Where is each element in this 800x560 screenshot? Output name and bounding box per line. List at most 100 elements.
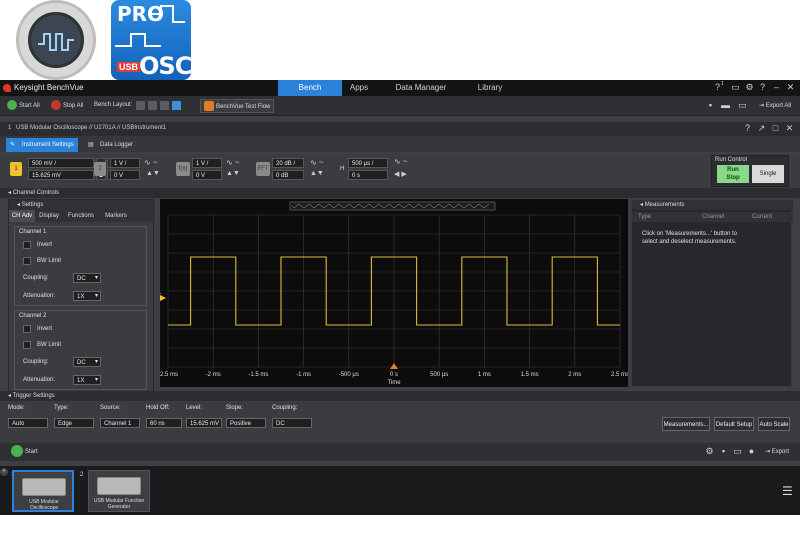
save-icon[interactable]: ▪ [705,100,716,111]
ch1-offset-field[interactable]: 15.625 mV [28,170,94,180]
bottom-record-icon[interactable]: ● [746,446,757,457]
nav-tab-bench[interactable]: Bench [278,80,342,96]
bottom-save-icon[interactable]: ▪ [718,446,729,457]
gear-icon[interactable]: ⚙ [744,82,755,93]
fx-scale-field[interactable]: 1 V / [192,158,222,168]
trigger-field-value[interactable]: Auto [8,418,48,428]
time-waveform-icon[interactable]: ∿ ~ [394,157,408,166]
trigger-field-value[interactable]: DC [272,418,312,428]
ch1-waveform-icon[interactable]: ∿ ~ [144,158,158,167]
export-button[interactable]: ⇥ Export [762,445,792,459]
layout-full-icon[interactable] [172,101,181,110]
open-folder-icon[interactable]: ▭ [737,100,748,111]
x-tick-label: 0 s [390,372,398,378]
instrument-path: USB Modular Oscilloscope // U2701A // US… [16,125,167,131]
trigger-field-value[interactable]: Channel 1 [100,418,140,428]
settings-gear-icon[interactable]: ⚙ [704,446,715,457]
thumbnail-oscilloscope[interactable]: USB Modular Oscilloscope [12,470,74,512]
measurements-header[interactable]: ◂ Measurements [632,200,793,210]
trigger-field-value[interactable]: Positive [226,418,266,428]
chat-icon[interactable]: ▭ [730,82,741,93]
trigger-field-label: Slope: [226,405,244,411]
tab-data-logger[interactable]: ▤ Data Logger [84,138,144,152]
function-badge[interactable]: f(x) [176,162,190,176]
ch1-invert-label: Invert [37,242,53,248]
fft-waveform-icon[interactable]: ∿ ~ [310,158,324,167]
ch1-invert-checkbox[interactable] [23,241,31,249]
settings-title: Settings [21,202,44,208]
popout-icon[interactable]: ↗ [756,123,767,134]
ch1-bw-limit-checkbox[interactable] [23,257,31,265]
trigger-field-value[interactable]: Edge [54,418,94,428]
layout-columns-icon[interactable] [148,101,157,110]
minimize-icon[interactable]: – [771,82,782,93]
time-arrows-icon[interactable]: ◀ ▶ [394,170,407,178]
fft-offset-field[interactable]: 0 dB [272,170,304,180]
add-instrument-icon[interactable]: + [0,468,8,476]
x-tick-label: -2.5 ms [160,372,178,378]
ch2-bw-limit-checkbox[interactable] [23,341,31,349]
close-icon[interactable]: ✕ [785,82,796,93]
fft-scale-field[interactable]: 20 dB / [272,158,304,168]
fft-arrows-icon[interactable]: ▲▼ [310,170,324,177]
instrument-close-icon[interactable]: ✕ [784,123,795,134]
start-button[interactable]: Start [8,445,41,459]
start-all-button[interactable]: Start All [4,99,43,113]
nav-tab-data-manager[interactable]: Data Manager [390,80,452,96]
time-scale-field[interactable]: 500 µs / [348,158,388,168]
fx-waveform-icon[interactable]: ∿ ~ [226,158,240,167]
trigger-field-value[interactable]: 15.625 mV [186,418,222,428]
ch2-coupling-chevron-icon: ▾ [95,359,99,365]
settings-header[interactable]: ◂ Settings [9,200,155,210]
instrument-header: 1 USB Modular Oscilloscope // U2701A // … [0,122,800,136]
time-position-field[interactable]: 0 s [348,170,388,180]
ch2-offset-field[interactable]: 0 V [110,170,140,180]
auto-scale-button[interactable]: Auto Scale [758,417,790,431]
channel-controls-row: 1 500 mV / 15.625 mV ▲ ▲ ▼ ▼ ∿ ~ 2 1 V /… [0,154,800,188]
tab-ch-adv[interactable]: CH Adv [9,210,35,222]
measurements-button[interactable]: Measurements... [662,417,710,431]
trigger-header[interactable]: ◂ Trigger Settings [0,391,800,401]
trigger-field-label: Coupling: [272,405,298,411]
channel-controls-label: Channel Controls [12,190,60,196]
ch2-scale-field[interactable]: 1 V / [110,158,140,168]
tab-display[interactable]: Display [35,210,63,222]
tab-markers[interactable]: Markers [99,210,133,222]
channel-controls-header[interactable]: ◂ Channel Controls [0,188,800,198]
bottom-folder-icon[interactable]: ▭ [732,446,743,457]
default-setup-button[interactable]: Default Setup [714,417,754,431]
layout-single-icon[interactable] [136,101,145,110]
tab-instrument-settings[interactable]: ✎ Instrument Settings [6,138,78,152]
run-stop-button[interactable]: Run Stop [717,165,749,183]
test-flow-button[interactable]: BenchVue Test Flow [200,99,275,113]
logo-usb-text: USB [117,62,141,72]
channel-2-badge[interactable]: 2 [94,162,106,176]
trigger-field-label: Type: [54,405,69,411]
channel-1-badge[interactable]: 1 [10,162,22,176]
nav-tab-library[interactable]: Library [470,80,510,96]
title-bar: Keysight BenchVue Bench Apps Data Manage… [0,80,800,96]
trigger-field-value[interactable]: 60 ns [146,418,182,428]
help-icon[interactable]: ? [757,82,768,93]
thumbnail-function-generator[interactable]: USB Modular Function Generator [88,470,150,512]
measurements-hint: Click on 'Measurements...' button to sel… [642,231,738,245]
fx-arrows-icon[interactable]: ▲▼ [226,170,240,177]
instrument-help-icon[interactable]: ? [742,123,753,134]
export-all-button[interactable]: ⇥ Export All [756,99,794,113]
ch2-invert-checkbox[interactable] [23,325,31,333]
nav-tab-apps[interactable]: Apps [342,80,376,96]
ch1-bw-limit-label: BW Limit [37,258,61,264]
tab-functions[interactable]: Functions [63,210,99,222]
stop-all-button[interactable]: Stop All [48,99,86,113]
folder-icon[interactable]: ▬ [720,100,731,111]
fx-offset-field[interactable]: 0 V [192,170,222,180]
waveform-plot: 1 -2.5 ms -2 ms -1.5 ms -1 ms -500 µs 0 s 500 µ… [158,201,629,386]
menu-icon[interactable]: ☰ [782,484,793,498]
ch1-scale-field[interactable]: 500 mV / [28,158,94,168]
single-button[interactable]: Single [752,165,784,183]
layout-grid-icon[interactable] [160,101,169,110]
ch2-arrows-icon[interactable]: ▲▼ [146,170,160,177]
fft-badge[interactable]: FFT [256,162,270,176]
maximize-icon[interactable]: □ [770,123,781,134]
scope-display[interactable]: 1 -2.5 ms -2 ms -1.5 ms -1 ms -500 µs 0 s 500 µ… [158,199,629,387]
